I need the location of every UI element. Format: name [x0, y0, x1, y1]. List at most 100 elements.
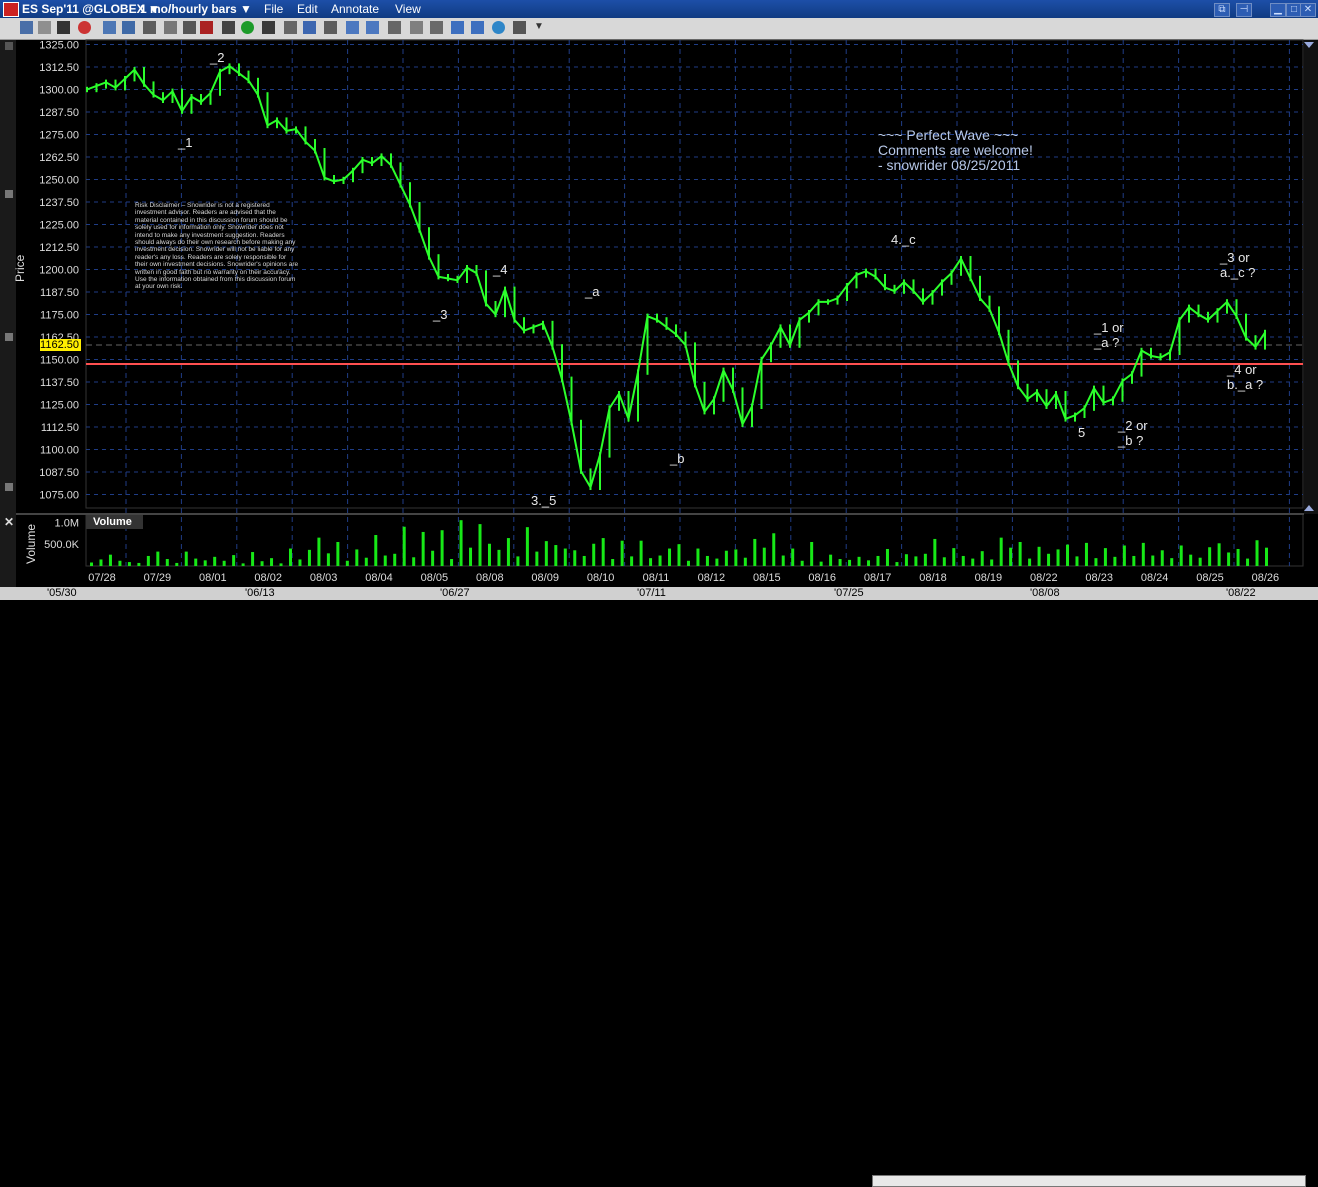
date-axis: 07/28 07/29 08/01 08/02 08/03 08/04 08/05 08/08… [88, 572, 1279, 584]
volume-bar [838, 559, 842, 566]
volume-bar [506, 538, 510, 566]
volume-tick-label: 500.0K [44, 539, 80, 551]
volume-bar [980, 551, 984, 566]
price-tick-label: 1100.00 [40, 445, 79, 457]
volume-bar [440, 530, 444, 566]
date-tick-label: 08/11 [643, 572, 670, 584]
navigator-date: '05/30 [47, 587, 77, 599]
volume-bar [469, 547, 473, 566]
volume-bar [1236, 548, 1240, 566]
volume-bar [402, 526, 406, 566]
volume-bar [829, 554, 833, 566]
wave-note-line: ~~~ Perfect Wave ~~~ [878, 127, 1019, 143]
volume-bar [450, 559, 454, 566]
volume-bar [1028, 558, 1032, 566]
time-navigator[interactable]: '05/30 '06/13 '06/27 '07/11 '07/25 '08/0… [0, 587, 1318, 1187]
volume-bar [781, 555, 785, 566]
volume-bar [705, 555, 709, 566]
date-tick-label: 07/29 [144, 572, 172, 584]
price-tick-label: 1325.00 [39, 40, 79, 52]
price-tick-label: 1175.00 [40, 310, 79, 322]
volume-bar [478, 524, 482, 566]
volume-bar [772, 533, 776, 566]
price-tick-label: 1112.50 [41, 422, 79, 434]
date-tick-label: 08/22 [1030, 572, 1058, 584]
volume-bar [961, 555, 965, 566]
volume-bar [535, 551, 539, 566]
volume-axis: 1.0M 500.0K [44, 517, 80, 551]
price-chart[interactable]: 1325.00 1312.50 1300.00 1287.50 1275.00 1262.… [0, 0, 1318, 600]
volume-axis-label: Volume [24, 523, 38, 564]
price-axis: 1325.00 1312.50 1300.00 1287.50 1275.00 1262.… [39, 40, 79, 502]
volume-bar [677, 544, 681, 566]
volume-bar [326, 553, 330, 566]
volume-bar [1103, 548, 1107, 566]
navigator-date: '06/13 [245, 587, 275, 599]
volume-panel-title: Volume [86, 515, 143, 529]
volume-bar [668, 548, 672, 566]
price-tick-label: 1312.50 [39, 62, 79, 74]
volume-bar [355, 549, 359, 566]
scroll-down-icon [1304, 505, 1314, 511]
price-tick-label: 1287.50 [39, 107, 79, 119]
volume-bar [885, 548, 889, 566]
volume-bar [184, 551, 188, 566]
panel-collapse-icon [5, 483, 13, 491]
wave-label: _4 or b._a ? [1227, 362, 1264, 392]
volume-bar [317, 537, 321, 566]
volume-bar [364, 557, 368, 566]
volume-bar [393, 553, 397, 566]
volume-bar [270, 558, 274, 566]
volume-bar [1084, 542, 1088, 566]
volume-bar [118, 560, 122, 566]
wave-label: _1 or _a ? [1094, 320, 1124, 350]
wave-note-line: Comments are welcome! [878, 142, 1033, 158]
volume-bar [1047, 553, 1051, 566]
price-tick-label: 1137.50 [40, 377, 79, 389]
volume-bar [175, 562, 179, 566]
volume-panel-bg [85, 513, 1304, 567]
volume-bar [810, 542, 814, 566]
date-tick-label: 08/09 [531, 572, 559, 584]
volume-bar [232, 555, 236, 566]
navigator-range-thumb[interactable] [872, 1175, 1306, 1187]
wave-label: _2 or _b ? [1118, 418, 1148, 448]
volume-bar [288, 548, 292, 566]
navigator-date: '08/22 [1226, 587, 1256, 599]
volume-bar [867, 560, 871, 566]
volume-bar [1179, 545, 1183, 566]
volume-bar [639, 540, 643, 566]
volume-bar [914, 556, 918, 566]
navigator-date: '08/08 [1030, 587, 1060, 599]
volume-bar [99, 559, 103, 566]
wave-label: _4 [493, 262, 508, 277]
price-tick-label: 1275.00 [39, 130, 79, 142]
volume-bar [1217, 543, 1221, 566]
volume-bar [554, 545, 558, 566]
volume-bar [165, 559, 169, 566]
volume-bar [251, 552, 255, 566]
date-tick-label: 08/15 [753, 572, 781, 584]
volume-bar [1141, 542, 1145, 566]
volume-bar [592, 543, 596, 566]
volume-bar [336, 542, 340, 566]
date-tick-label: 08/03 [310, 572, 338, 584]
volume-bar [904, 554, 908, 566]
wave-label: 4._c [891, 232, 916, 247]
close-panel-icon: ✕ [4, 515, 14, 529]
volume-bar [990, 559, 994, 566]
risk-disclaimer: Risk Disclaimer – Snowrider is not a reg… [135, 202, 299, 291]
volume-bar [1198, 557, 1202, 566]
date-tick-label: 08/08 [476, 572, 504, 584]
panel-collapse-icon [5, 333, 13, 341]
volume-bar [857, 556, 861, 566]
volume-bar [146, 555, 150, 566]
volume-bar [573, 550, 577, 566]
volume-bar [497, 549, 501, 566]
volume-bar [753, 538, 757, 566]
price-tick-label: 1187.50 [40, 287, 79, 299]
date-tick-label: 08/04 [365, 572, 393, 584]
volume-bar [724, 550, 728, 566]
price-tick-label: 1125.00 [40, 400, 79, 412]
date-tick-label: 07/28 [88, 572, 116, 584]
